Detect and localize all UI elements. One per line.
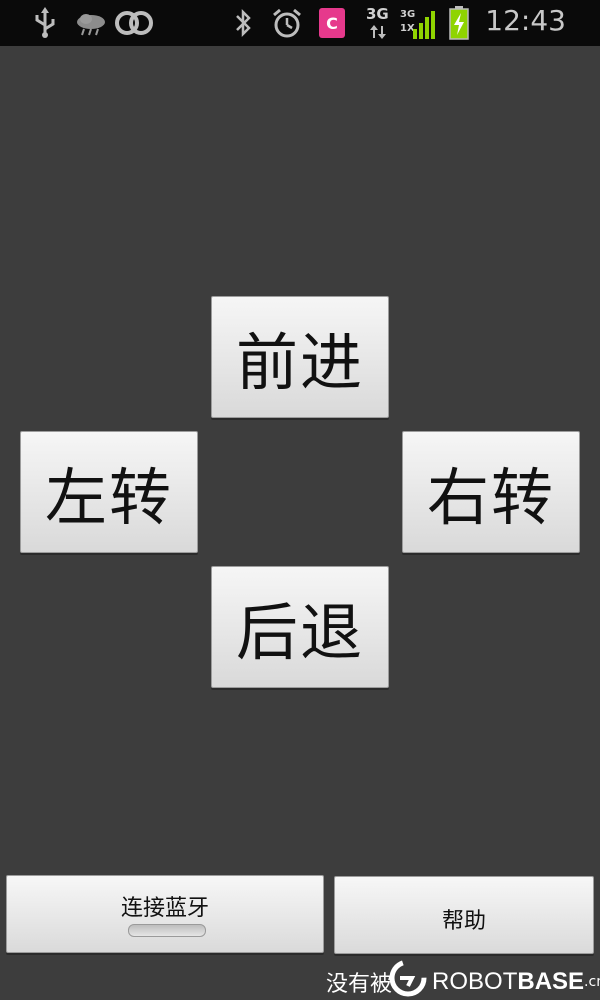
robotbase-logo-icon	[389, 959, 427, 997]
data-arrows-icon	[368, 24, 388, 40]
turn-left-button[interactable]: 左转	[20, 431, 198, 553]
watermark: 没有被 ROBOTBASE .cn	[326, 959, 600, 1000]
backward-button-label: 后退	[235, 596, 364, 669]
watermark-brand: ROBOTBASE	[432, 968, 584, 996]
signal-icon	[412, 6, 440, 40]
status-bar: C 3G 3G 1X 12:43	[0, 0, 600, 46]
bluetooth-toggle-indicator	[128, 924, 206, 937]
status-time: 12:43	[485, 4, 566, 37]
app-screen: C 3G 3G 1X 12:43 前进 左转 右转 后退 连接蓝牙 帮助 没有被…	[0, 0, 600, 1000]
connect-bluetooth-button[interactable]: 连接蓝牙	[6, 875, 324, 953]
connect-bluetooth-label: 连接蓝牙	[120, 896, 209, 921]
turn-right-button[interactable]: 右转	[402, 431, 580, 553]
turn-left-button-label: 左转	[44, 461, 173, 534]
help-button[interactable]: 帮助	[334, 876, 594, 954]
notification-c-icon: C	[318, 6, 346, 40]
alarm-icon	[270, 6, 304, 40]
forward-button-label: 前进	[235, 326, 364, 399]
bluetooth-icon	[230, 6, 256, 40]
forward-button[interactable]: 前进	[211, 296, 389, 418]
notification-badge-text: C	[326, 13, 338, 33]
link-icon	[114, 6, 154, 40]
usb-icon	[30, 6, 60, 40]
network-type-label: 3G	[366, 5, 389, 23]
watermark-text: 没有被	[326, 972, 393, 997]
weather-icon	[74, 6, 108, 40]
watermark-brand-bold: BASE	[517, 968, 585, 995]
battery-charging-icon	[448, 6, 470, 40]
turn-right-button-label: 右转	[426, 461, 555, 534]
help-button-label: 帮助	[441, 909, 486, 934]
watermark-brand-suffix: .cn	[584, 974, 600, 990]
watermark-brand-light: ROBOT	[432, 968, 518, 995]
backward-button[interactable]: 后退	[211, 566, 389, 688]
